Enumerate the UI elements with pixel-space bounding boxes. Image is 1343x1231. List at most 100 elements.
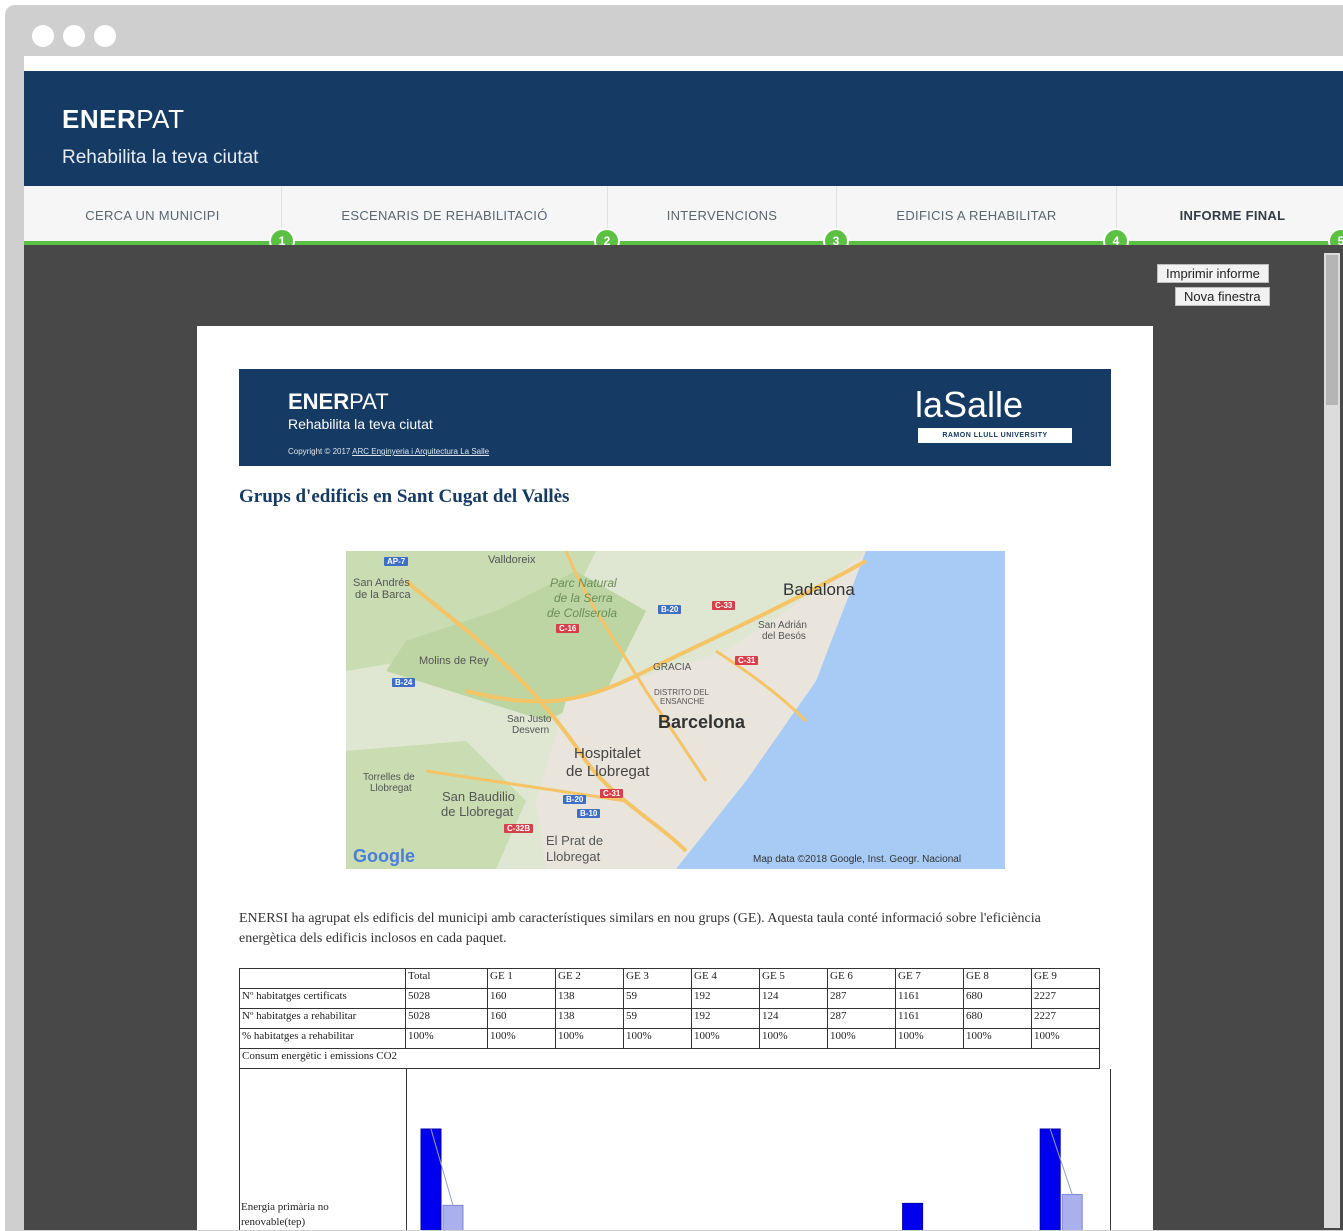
road-b20-2: B-20 <box>563 795 587 804</box>
copyright-text: Copyright © 2017 <box>288 447 351 456</box>
energy-bar-chart <box>420 1128 1083 1230</box>
energy-label-line-1: Energia primària no <box>241 1201 329 1213</box>
map[interactable]: Valldoreix San Andrés de la Barca Parc N… <box>346 551 1005 869</box>
table-cell: 124 <box>759 1008 828 1029</box>
table-cell: 2227 <box>1031 988 1100 1009</box>
road-ap7: AP-7 <box>384 557 409 566</box>
label-prat: El Prat de <box>546 833 604 848</box>
label-hospitalet: Hospitalet <box>574 745 641 762</box>
table-cell: 160 <box>487 1008 556 1029</box>
road-b10: B-10 <box>577 809 601 818</box>
table-header-cell <box>239 968 406 989</box>
table-cell: 138 <box>555 1008 624 1029</box>
table-cell: 100% <box>1031 1028 1100 1049</box>
table-cell: 287 <box>827 1008 896 1029</box>
energy-label: Energia primària no renovable(tep) <box>241 1200 329 1230</box>
label-molins: Molins de Rey <box>419 655 489 667</box>
road-b20: B-20 <box>658 605 682 614</box>
table-section-row: Consum energètic i emissions CO2 <box>239 1048 1100 1069</box>
table-cell: 100% <box>895 1028 964 1049</box>
step-escenaris[interactable]: ESCENARIS DE REHABILITACIÓ <box>282 186 608 244</box>
logo-thin: PAT <box>136 104 185 134</box>
report-banner: ENERPAT Rehabilita la teva ciutat Copyri… <box>239 369 1111 466</box>
road-c33: C-33 <box>712 601 736 610</box>
lasalle-logo: laSalle <box>915 384 1024 425</box>
table-row: Nº habitatges certificats 5028 160 138 5… <box>239 988 1100 1009</box>
browser-window: ENERPAT Rehabilita la teva ciutat CERCA … <box>5 5 1343 1231</box>
label-torrelles: Torrelles de <box>363 772 415 783</box>
label-sant-andreu-2: de la Barca <box>355 589 411 601</box>
table-cell: 287 <box>827 988 896 1009</box>
energy-label-line-2: renovable(tep) <box>241 1216 306 1228</box>
label-sant-adria-2: del Besós <box>762 631 806 642</box>
label-valldoreix: Valldoreix <box>488 554 536 566</box>
label-eixample-2: ENSANCHE <box>660 697 705 706</box>
step-intervencions[interactable]: INTERVENCIONS <box>608 186 837 244</box>
table-cell: Nº habitatges certificats <box>239 988 406 1009</box>
table-cell: 59 <box>623 1008 692 1029</box>
print-report-button[interactable]: Imprimir informe <box>1157 264 1269 283</box>
table-header-cell: GE 3 <box>623 968 692 989</box>
table-cell: 1161 <box>895 988 964 1009</box>
close-dot[interactable] <box>32 25 54 47</box>
app-tagline: Rehabilita la teva ciutat <box>62 147 259 168</box>
logo-bold: ENER <box>62 104 137 134</box>
table-header-cell: GE 2 <box>555 968 624 989</box>
label-sant-boi-2: de Llobregat <box>441 804 514 819</box>
energy-chart-row: Energia primària no renovable(tep) <box>239 1069 1111 1230</box>
table-row: Nº habitatges a rehabilitar 5028 160 138… <box>239 1008 1100 1029</box>
label-torrelles-2: Llobregat <box>370 783 412 794</box>
map-graphic <box>346 551 1005 869</box>
table-cell: 100% <box>623 1028 692 1049</box>
label-parc-2: de la Serra <box>554 591 613 605</box>
report-title: Grups d'edificis en Sant Cugat del Vallè… <box>239 486 570 507</box>
label-barcelona: Barcelona <box>658 712 746 732</box>
copyright-link[interactable]: ARC Enginyeria i Arquitectura La Salle <box>352 447 489 456</box>
table-header-cell: GE 8 <box>963 968 1032 989</box>
app-logo[interactable]: ENERPAT <box>62 104 184 135</box>
step-informe-final[interactable]: INFORME FINAL <box>1117 186 1343 244</box>
bar-total-s2 <box>442 1204 464 1230</box>
step-edificis[interactable]: EDIFICIS A REHABILITAR <box>837 186 1117 244</box>
bar-ge9-s1 <box>1039 1128 1061 1230</box>
minimize-dot[interactable] <box>63 25 85 47</box>
bar-total-s1 <box>420 1128 442 1230</box>
new-window-button[interactable]: Nova finestra <box>1175 287 1270 306</box>
table-cell: 124 <box>759 988 828 1009</box>
scrollbar-thumb[interactable] <box>1326 255 1338 405</box>
table-cell: 2227 <box>1031 1008 1100 1029</box>
bar-ge9-s2 <box>1061 1193 1083 1230</box>
table-cell: 160 <box>487 988 556 1009</box>
road-b24: B-24 <box>392 678 416 687</box>
map-attribution: Map data ©2018 Google, Inst. Geogr. Naci… <box>753 854 962 865</box>
lasalle-subtitle: RAMON LLULL UNIVERSITY <box>918 428 1072 443</box>
road-c31: C-31 <box>735 656 759 665</box>
report-copyright: Copyright © 2017 ARC Enginyeria i Arquit… <box>288 447 489 456</box>
label-sant-just: San Justo <box>507 714 552 725</box>
label-parc: Parc Natural <box>550 576 617 590</box>
step-cerca-municipi[interactable]: CERCA UN MUNICIPI <box>24 186 282 244</box>
viewport: ENERPAT Rehabilita la teva ciutat CERCA … <box>24 56 1343 1230</box>
table-header-cell: GE 6 <box>827 968 896 989</box>
table-cell: 100% <box>555 1028 624 1049</box>
steps-nav: CERCA UN MUNICIPI ESCENARIS DE REHABILIT… <box>24 186 1343 244</box>
table-header-cell: Total <box>405 968 488 989</box>
report-viewer: Imprimir informe Nova finestra ENERPAT R… <box>24 245 1343 1230</box>
scrollbar[interactable] <box>1324 253 1340 1228</box>
table-cell: 680 <box>963 988 1032 1009</box>
label-sant-andreu: San Andrés <box>353 577 410 589</box>
google-logo: Google <box>353 846 415 866</box>
table-row: % habitatges a rehabilitar 100% 100% 100… <box>239 1028 1100 1049</box>
table-cell: % habitatges a rehabilitar <box>239 1028 406 1049</box>
table-cell: 100% <box>963 1028 1032 1049</box>
label-prat-2: Llobregat <box>546 849 601 864</box>
app-header: ENERPAT Rehabilita la teva ciutat <box>24 71 1343 186</box>
report-tagline: Rehabilita la teva ciutat <box>288 416 433 432</box>
table-cell: 59 <box>623 988 692 1009</box>
report-logo-thin: PAT <box>349 389 389 414</box>
table-header-cell: GE 1 <box>487 968 556 989</box>
table-cell: 138 <box>555 988 624 1009</box>
report-logo-bold: ENER <box>288 389 350 414</box>
maximize-dot[interactable] <box>94 25 116 47</box>
table-cell: 100% <box>487 1028 556 1049</box>
